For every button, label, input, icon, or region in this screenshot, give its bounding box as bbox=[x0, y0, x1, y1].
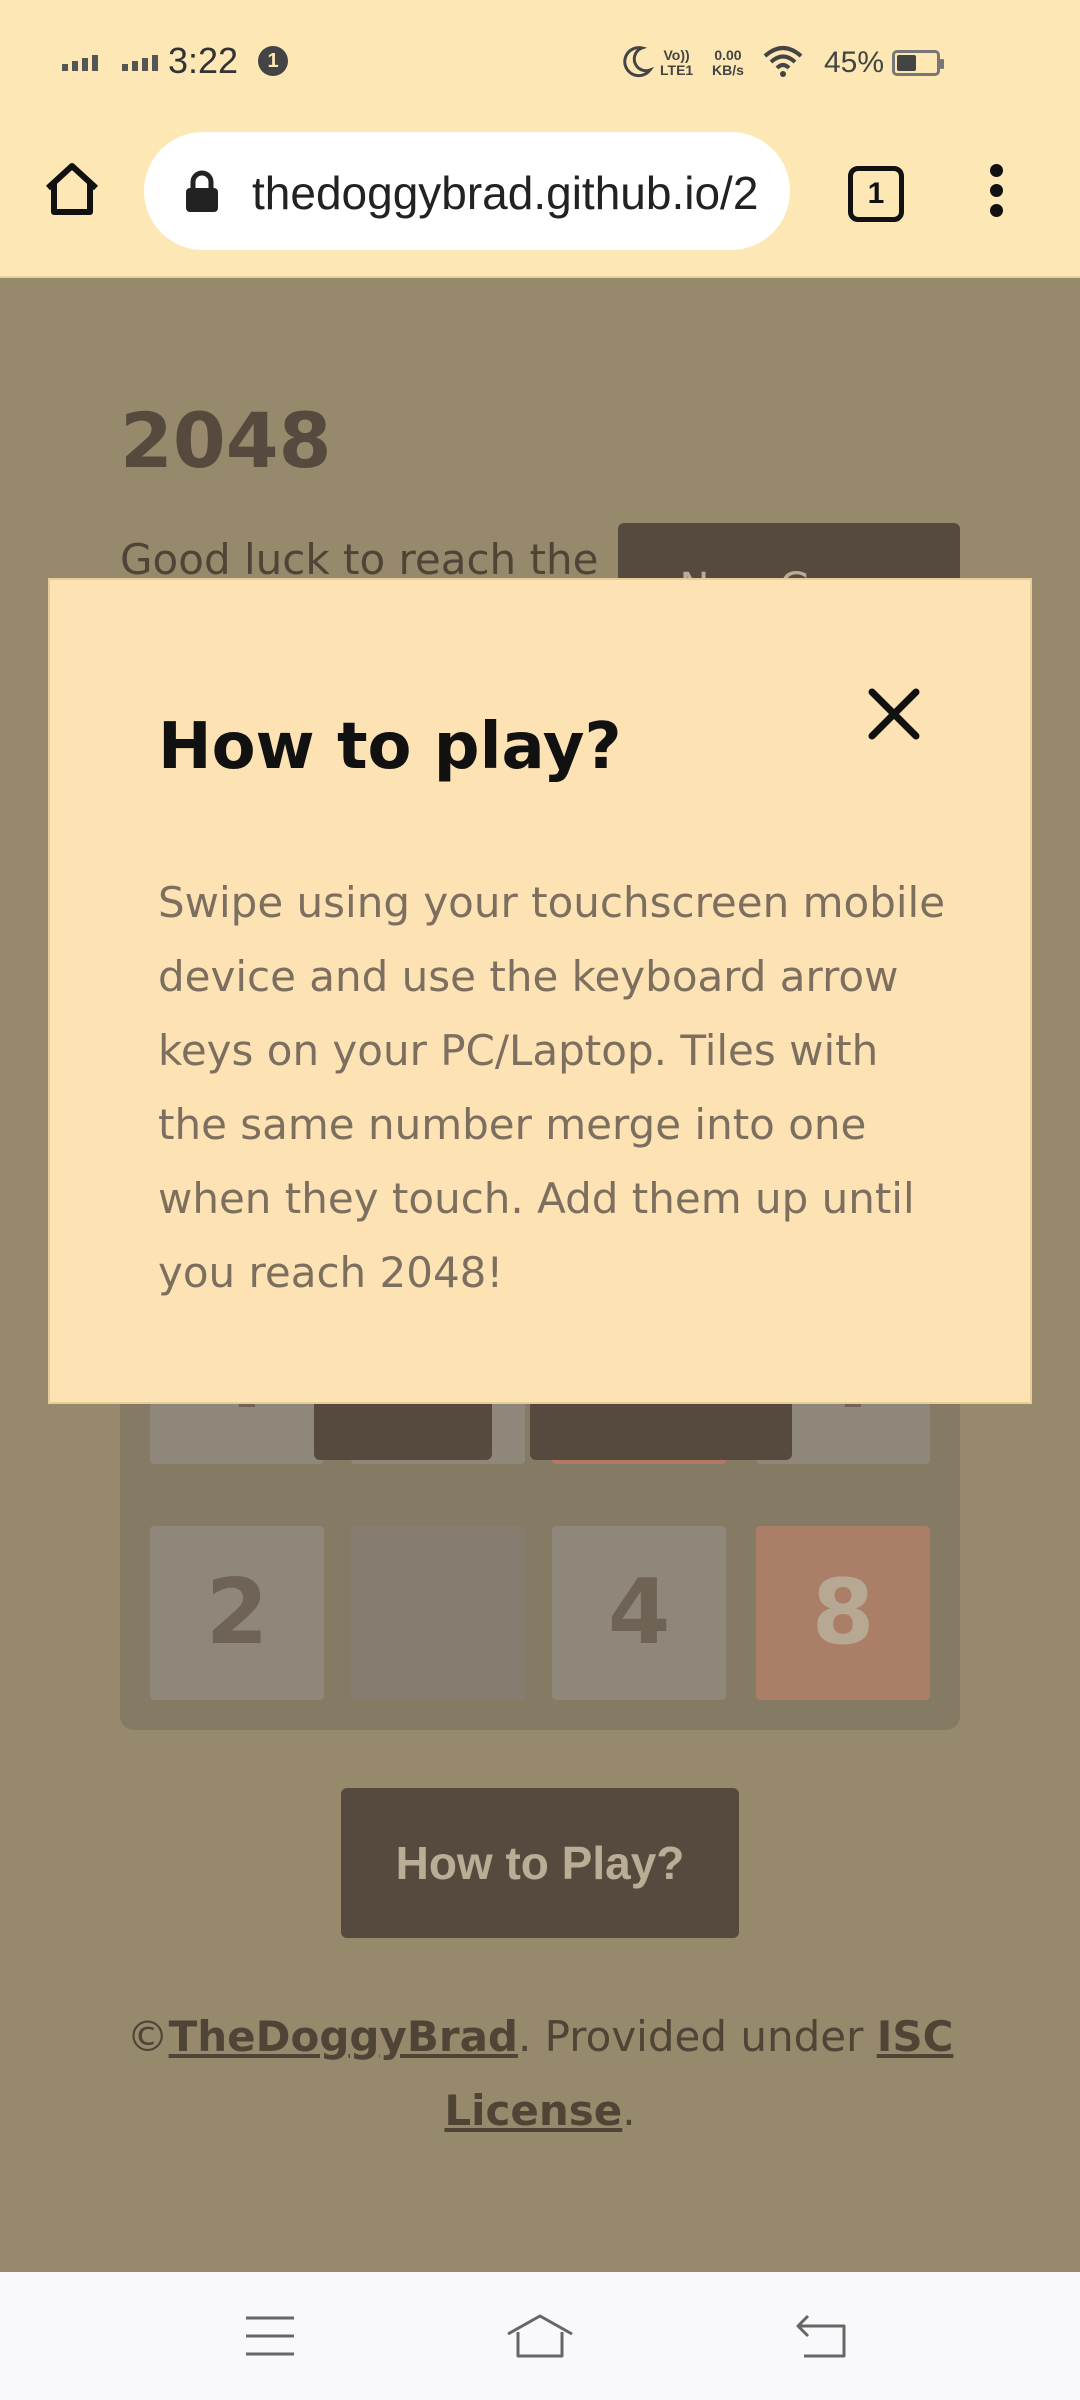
network-speed: 0.00 KB/s bbox=[712, 48, 744, 78]
battery-percent: 45% bbox=[824, 46, 885, 79]
lock-icon bbox=[186, 170, 218, 212]
battery-icon bbox=[892, 50, 944, 76]
tab-switcher-button[interactable]: 1 bbox=[848, 166, 904, 222]
wifi-icon bbox=[763, 46, 803, 77]
modal-body: Swipe using your touchscreen mobile devi… bbox=[158, 878, 946, 1297]
battery-fill bbox=[897, 55, 916, 71]
page-subtitle: Good luck to reach the bbox=[120, 535, 599, 584]
modal-title: How to play? bbox=[158, 710, 622, 784]
tile: 8 bbox=[756, 1526, 930, 1700]
signal-1-icon bbox=[62, 55, 98, 71]
do-not-disturb-moon-icon bbox=[623, 46, 654, 78]
how-to-play-button[interactable]: How to Play? bbox=[341, 1788, 739, 1938]
footer-period: . bbox=[622, 2086, 636, 2135]
status-bar: 3:22 1 Vo)) LTE1 0.00 KB/s 45% bbox=[0, 0, 1080, 128]
signal-2-icon bbox=[122, 55, 158, 71]
network-speed-unit: KB/s bbox=[712, 62, 744, 78]
network-speed-value: 0.00 bbox=[714, 47, 742, 63]
page-title: 2048 bbox=[120, 396, 332, 485]
system-navigation-bar bbox=[0, 2272, 1080, 2400]
status-time: 3:22 bbox=[168, 40, 239, 81]
back-icon[interactable] bbox=[794, 2312, 850, 2360]
tile-empty bbox=[351, 1526, 525, 1700]
menu-lines-icon[interactable] bbox=[244, 2312, 296, 2360]
more-vert-icon[interactable] bbox=[976, 164, 1016, 224]
volte-indicator: Vo)) LTE1 bbox=[660, 48, 693, 78]
volte-label-top: Vo)) bbox=[663, 47, 690, 63]
address-bar[interactable]: thedoggybrad.github.io/2 bbox=[144, 132, 790, 250]
tile: 2 bbox=[150, 1526, 324, 1700]
home-outline-icon[interactable] bbox=[504, 2312, 576, 2360]
url-text[interactable]: thedoggybrad.github.io/2 bbox=[252, 166, 758, 220]
home-icon[interactable] bbox=[40, 158, 104, 222]
how-to-play-modal: How to play? Swipe using your touchscree… bbox=[48, 578, 1032, 1404]
close-icon[interactable] bbox=[864, 684, 924, 744]
browser-toolbar: thedoggybrad.github.io/2 1 bbox=[0, 128, 1080, 278]
volte-label-bottom: LTE1 bbox=[660, 62, 694, 78]
tile: 4 bbox=[552, 1526, 726, 1700]
footer-text: . Provided under bbox=[517, 2012, 877, 2061]
author-link[interactable]: TheDoggyBrad bbox=[169, 2012, 518, 2061]
copyright-symbol: © bbox=[126, 2012, 169, 2061]
footer: ©TheDoggyBrad. Provided under ISC Licens… bbox=[120, 2000, 960, 2148]
notification-badge: 1 bbox=[258, 46, 288, 76]
